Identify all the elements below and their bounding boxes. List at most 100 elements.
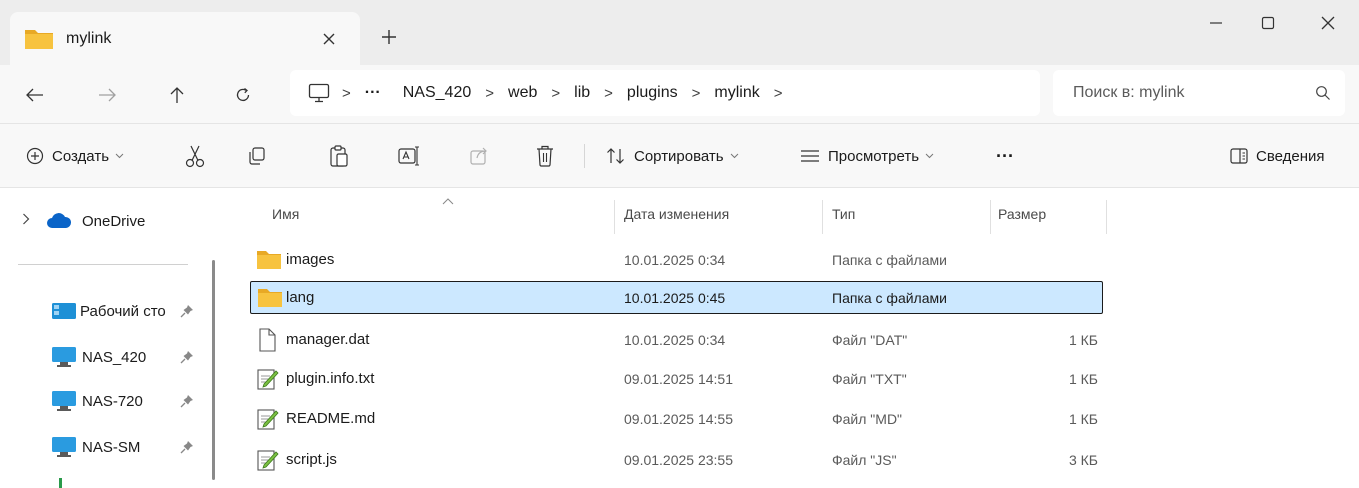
column-divider[interactable]	[822, 200, 823, 234]
sidebar-item-onedrive[interactable]: OneDrive	[0, 204, 215, 238]
pin-icon[interactable]	[180, 304, 194, 318]
chevron-down-icon	[925, 153, 934, 159]
folder-icon	[257, 286, 283, 308]
more-label: ···	[996, 145, 1014, 166]
maximize-icon[interactable]	[1244, 6, 1292, 40]
chevron-right-icon: >	[604, 84, 613, 102]
chevron-right-icon: >	[485, 84, 495, 102]
table-row-selected[interactable]: lang 10.01.2025 0:45 Папка с файлами	[250, 281, 1103, 314]
table-row[interactable]: script.js 09.01.2025 23:55 Файл "JS" 3 К…	[250, 443, 1103, 476]
back-arrow-icon[interactable]	[18, 80, 52, 110]
breadcrumb-nas420[interactable]: NAS_420	[397, 84, 478, 102]
file-icon	[256, 328, 278, 352]
partial-item-icon	[56, 478, 66, 488]
sidebar-divider	[18, 264, 188, 265]
file-size: 1 КБ	[1068, 331, 1098, 348]
column-header-type[interactable]: Тип	[832, 188, 855, 240]
file-name: lang	[286, 289, 315, 306]
sidebar-item-nas720[interactable]: NAS-720	[0, 384, 215, 418]
sidebar-item-desktop[interactable]: Рабочий сто	[0, 294, 215, 328]
file-type: Папка с файлами	[832, 251, 947, 268]
folder-icon	[256, 248, 282, 270]
close-tab-icon[interactable]	[314, 26, 344, 52]
create-label: Создать	[52, 147, 110, 165]
paste-icon[interactable]	[326, 143, 352, 169]
new-tab-icon[interactable]	[374, 24, 404, 50]
table-row[interactable]: plugin.info.txt 09.01.2025 14:51 Файл "T…	[250, 362, 1103, 395]
sidebar-item-nassm[interactable]: NAS-SM	[0, 430, 215, 464]
title-bar: mylink	[0, 0, 1359, 65]
table-row[interactable]: manager.dat 10.01.2025 0:34 Файл "DAT" 1…	[250, 323, 1103, 356]
navigation-pane: OneDrive Рабочий сто NAS_420 NAS-720 NAS…	[0, 188, 228, 488]
monitor-icon	[52, 347, 76, 367]
folder-icon	[24, 26, 54, 50]
sidebar-item-nas420[interactable]: NAS_420	[0, 340, 215, 374]
view-label: Просмотреть	[828, 147, 920, 165]
table-row[interactable]: README.md 09.01.2025 14:55 Файл "MD" 1 К…	[250, 402, 1103, 435]
file-date: 09.01.2025 14:55	[624, 410, 733, 427]
sidebar-item-label: NAS-SM	[82, 438, 141, 456]
tab-title: mylink	[66, 30, 112, 47]
details-button[interactable]: Сведения	[1230, 142, 1325, 170]
refresh-icon[interactable]	[226, 80, 260, 110]
text-file-icon	[256, 448, 280, 472]
sort-label: Сортировать	[634, 147, 724, 165]
pin-icon[interactable]	[180, 394, 194, 408]
file-size: 3 КБ	[1068, 451, 1098, 468]
sort-ascending-icon	[442, 198, 454, 205]
chevron-right-icon: >	[691, 84, 701, 102]
copy-icon[interactable]	[244, 143, 270, 169]
chevron-right-icon[interactable]	[22, 213, 30, 225]
more-options-button[interactable]: ···	[996, 142, 1014, 170]
address-bar[interactable]: > ··· > NAS_420 > web > lib > plugins > …	[290, 70, 1040, 116]
cloud-icon	[46, 213, 72, 229]
forward-arrow-icon[interactable]	[90, 80, 124, 110]
close-window-icon[interactable]	[1304, 6, 1352, 40]
table-row[interactable]: images 10.01.2025 0:34 Папка с файлами	[250, 243, 1103, 276]
file-size: 1 КБ	[1068, 410, 1098, 427]
pin-icon[interactable]	[180, 440, 194, 454]
column-divider[interactable]	[614, 200, 615, 234]
cut-icon[interactable]	[182, 143, 208, 169]
file-date: 10.01.2025 0:34	[624, 251, 726, 268]
file-date: 10.01.2025 0:34	[624, 331, 726, 348]
sidebar-item-label: OneDrive	[82, 212, 146, 230]
column-divider[interactable]	[1106, 200, 1107, 234]
desktop-icon	[52, 303, 76, 319]
computer-icon[interactable]	[304, 83, 334, 103]
chevron-right-icon[interactable]: >	[766, 85, 791, 102]
view-button[interactable]: Просмотреть	[800, 142, 934, 170]
breadcrumb-mylink[interactable]: mylink	[708, 84, 765, 102]
breadcrumb-web[interactable]: web	[502, 84, 543, 102]
breadcrumb-plugins[interactable]: plugins	[621, 84, 684, 102]
pin-icon[interactable]	[180, 350, 194, 364]
column-header-date[interactable]: Дата изменения	[624, 188, 729, 240]
share-icon[interactable]	[466, 143, 492, 169]
sort-button[interactable]: Сортировать	[606, 142, 739, 170]
delete-icon[interactable]	[532, 143, 558, 169]
details-label: Сведения	[1256, 147, 1325, 165]
text-file-icon	[256, 367, 280, 391]
file-type: Файл "TXT"	[832, 370, 907, 387]
monitor-icon	[52, 437, 76, 457]
search-box[interactable]: Поиск в: mylink	[1053, 70, 1345, 116]
up-arrow-icon[interactable]	[160, 80, 194, 110]
column-divider[interactable]	[990, 200, 991, 234]
column-header-label: Дата изменения	[624, 206, 730, 222]
rename-icon[interactable]	[396, 143, 422, 169]
minimize-icon[interactable]	[1192, 6, 1240, 40]
monitor-icon	[52, 391, 76, 411]
column-header-name[interactable]: Имя	[272, 188, 299, 240]
search-icon[interactable]	[1315, 85, 1331, 101]
file-name: images	[286, 251, 335, 268]
tab-mylink[interactable]: mylink	[10, 12, 360, 65]
breadcrumb-overflow[interactable]: ···	[359, 84, 387, 102]
file-name: plugin.info.txt	[286, 370, 375, 387]
breadcrumb-lib[interactable]: lib	[568, 84, 596, 102]
file-size: 1 КБ	[1068, 370, 1098, 387]
file-name: README.md	[286, 410, 376, 427]
search-input[interactable]: Поиск в: mylink	[1073, 84, 1185, 102]
create-button[interactable]: Создать	[26, 142, 124, 170]
column-header-size[interactable]: Размер	[998, 188, 1046, 240]
file-name: script.js	[286, 451, 337, 468]
